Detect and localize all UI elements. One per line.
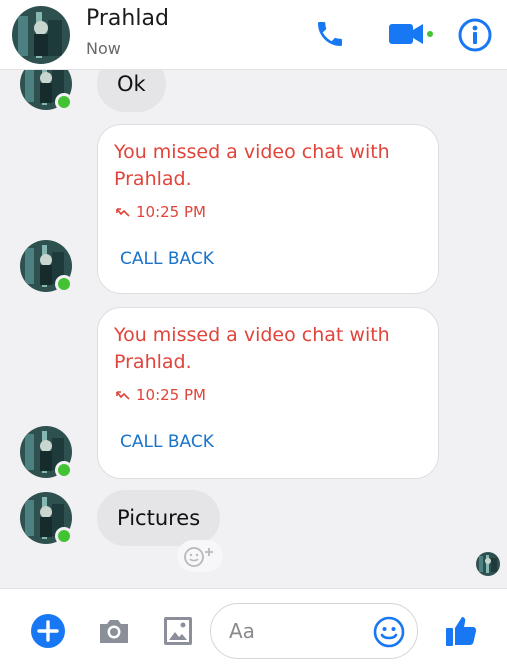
call-back-button[interactable]: CALL BACK bbox=[120, 249, 214, 269]
missed-call-arrow-icon bbox=[116, 391, 130, 400]
message-input[interactable] bbox=[229, 616, 369, 646]
composer-bar bbox=[0, 588, 507, 669]
gallery-icon bbox=[164, 617, 192, 645]
missed-call-text: You missed a video chat with Prahlad. bbox=[114, 141, 390, 190]
add-reaction-button[interactable] bbox=[177, 540, 223, 572]
phone-icon[interactable] bbox=[310, 16, 350, 52]
message-text: Pictures bbox=[117, 506, 201, 530]
plus-icon bbox=[31, 614, 65, 648]
conversation-header: Prahlad Now bbox=[0, 0, 507, 70]
add-reaction-icon bbox=[184, 547, 213, 567]
thumbs-up-icon bbox=[446, 617, 477, 646]
call-back-button[interactable]: CALL BACK bbox=[120, 432, 214, 452]
info-icon[interactable] bbox=[456, 16, 494, 54]
more-actions-button[interactable] bbox=[28, 611, 68, 651]
message-bubble[interactable]: Pictures bbox=[97, 490, 221, 546]
online-indicator bbox=[55, 275, 73, 293]
like-button[interactable] bbox=[440, 609, 484, 653]
contact-avatar[interactable] bbox=[12, 6, 70, 64]
sender-avatar[interactable] bbox=[20, 240, 73, 293]
seen-by-avatar bbox=[476, 552, 500, 576]
sender-avatar[interactable] bbox=[20, 426, 73, 479]
camera-icon bbox=[100, 620, 128, 643]
missed-call-time: 10:25 PM bbox=[116, 386, 206, 404]
missed-call-text: You missed a video chat with Prahlad. bbox=[114, 324, 390, 373]
active-status: Now bbox=[86, 39, 121, 58]
missed-video-chat-card: You missed a video chat with Prahlad. 10… bbox=[97, 307, 439, 479]
missed-video-chat-card: You missed a video chat with Prahlad. 10… bbox=[97, 124, 439, 294]
camera-button[interactable] bbox=[94, 613, 134, 649]
gallery-button[interactable] bbox=[158, 611, 198, 651]
contact-name: Prahlad bbox=[86, 6, 169, 31]
online-indicator bbox=[55, 527, 73, 545]
message-composer[interactable] bbox=[210, 603, 418, 659]
sender-avatar[interactable] bbox=[20, 492, 73, 545]
message-text: Ok bbox=[117, 72, 146, 96]
missed-call-time: 10:25 PM bbox=[116, 203, 206, 221]
missed-call-arrow-icon bbox=[116, 208, 130, 217]
online-indicator bbox=[55, 93, 73, 111]
emoji-icon bbox=[373, 616, 405, 648]
online-indicator bbox=[55, 461, 73, 479]
emoji-button[interactable] bbox=[371, 614, 407, 650]
video-call-icon[interactable] bbox=[384, 16, 436, 52]
